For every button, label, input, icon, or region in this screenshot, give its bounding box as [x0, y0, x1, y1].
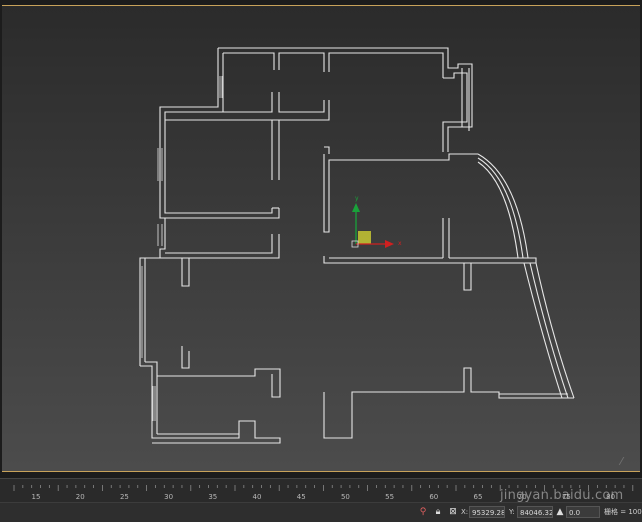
z-spinner-icon[interactable]: ▲	[554, 506, 566, 518]
wall-living-divider	[442, 218, 450, 258]
gizmo-x-arrow	[385, 240, 394, 248]
wall-right-stair	[442, 63, 473, 152]
floor-plan-drawing[interactable]: y x	[2, 6, 640, 473]
gizmo-x-label: x	[398, 240, 402, 247]
wall-mid-post	[181, 258, 190, 287]
z-coord-field[interactable]: 0.0	[566, 506, 600, 518]
timeline-tick-label: 20	[76, 493, 85, 501]
timeline-tick-label: 30	[164, 493, 173, 501]
window-marks	[141, 76, 223, 421]
wall-bedroom1	[159, 202, 280, 219]
timeline-tick-label: 35	[208, 493, 217, 501]
perspective-viewport[interactable]: y x	[2, 5, 640, 472]
grid-size-text: 栅格 = 100.0	[604, 508, 642, 516]
wall-bedroom2	[139, 218, 280, 366]
floor-plan-walls	[139, 47, 575, 444]
key-icon[interactable]: ⚲	[417, 506, 429, 518]
wall-living-base	[323, 256, 537, 264]
timeline-tick-label: 60	[429, 493, 438, 501]
track-bar-ruler[interactable]: 15 20 25 30 35 40 45 50 55 60 65 70 75 80	[0, 479, 642, 503]
timeline-tick-label: 25	[120, 493, 129, 501]
timeline-tick-label: 40	[253, 493, 262, 501]
wall-top-left-side	[159, 48, 224, 207]
timeline-tick-label: 70	[518, 493, 527, 501]
gizmo-xy-plane[interactable]	[358, 231, 371, 244]
wall-top-block-inner	[223, 52, 444, 78]
wall-left-inner	[164, 111, 223, 202]
status-bar: ⚲ 🔒︎ ⊠ X: 95329.286 Y: 84046.32 ▲ 0.0 栅格…	[0, 502, 642, 522]
wall-lower-right	[323, 367, 574, 439]
wall-lower-left-b	[157, 346, 281, 398]
wall-lower-left-a	[140, 361, 281, 444]
wall-living-stubs	[463, 263, 472, 291]
wall-top-block	[218, 47, 458, 69]
wall-curve-lower-2	[529, 262, 569, 399]
wall-kitchen-top	[165, 92, 330, 121]
transform-gizmo[interactable]: y x	[351, 195, 402, 248]
x-coord-label: X:	[461, 508, 469, 516]
timeline-tick-label: 65	[474, 493, 483, 501]
timeline-tick-label: 50	[341, 493, 350, 501]
gizmo-y-label: y	[355, 195, 359, 202]
wall-corridor-left	[271, 120, 280, 180]
lock-icon[interactable]: 🔒︎	[432, 506, 444, 518]
timeline-tick-label: 80	[606, 493, 615, 501]
wall-living-top	[324, 146, 330, 154]
wall-curve-lower-3	[523, 262, 563, 399]
y-coord-label: Y:	[509, 508, 515, 516]
track-bar[interactable]: 15 20 25 30 35 40 45 50 55 60 65 70 75 80	[0, 478, 642, 502]
absolute-mode-icon[interactable]: ⊠	[447, 506, 459, 518]
timeline-tick-label: 45	[297, 493, 306, 501]
wall-living-upper	[323, 153, 478, 233]
wall-curve-3	[477, 161, 519, 259]
y-coord-field[interactable]: 84046.32	[517, 506, 553, 518]
gizmo-y-arrow	[352, 203, 360, 212]
timeline-tick-label: 15	[32, 493, 41, 501]
x-coord-field[interactable]: 95329.286	[469, 506, 505, 518]
timeline-tick-label: 75	[562, 493, 571, 501]
timeline-tick-label: 55	[385, 493, 394, 501]
